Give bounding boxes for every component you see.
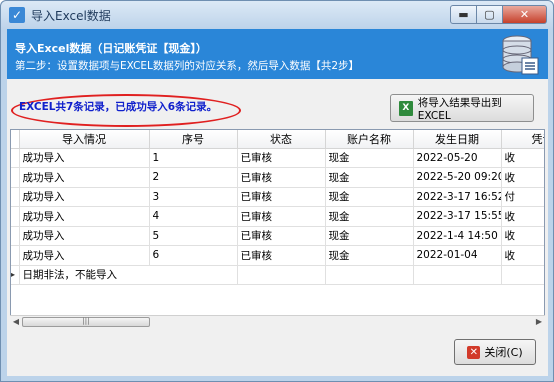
cell-account[interactable] — [325, 265, 414, 285]
table-row[interactable]: 成功导入 1 已审核 现金 2022-05-20 收 — [11, 148, 544, 168]
close-button-label: 关闭(C) — [484, 346, 523, 359]
cell-date[interactable]: 2022-01-04 — [413, 245, 502, 266]
cell-number[interactable]: 5 — [149, 226, 238, 246]
row-header[interactable] — [11, 206, 20, 227]
scroll-thumb[interactable]: ||| — [22, 317, 150, 327]
result-table: 导入情况 序号 状态 账户名称 发生日期 凭证 成功导入1已审核现金2022-0… — [11, 130, 544, 285]
export-result-button[interactable]: X 将导入结果导出到EXCEL — [390, 94, 534, 122]
cell-number[interactable]: 4 — [149, 206, 238, 227]
export-result-label: 将导入结果导出到EXCEL — [417, 96, 502, 122]
cell-state[interactable]: 已审核 — [237, 167, 326, 188]
column-header-account[interactable]: 账户名称 — [325, 130, 414, 149]
table-row[interactable]: 成功导入 6 已审核 现金 2022-01-04 收 — [11, 245, 544, 266]
close-window-button[interactable]: ✕ — [503, 5, 547, 24]
cell-state[interactable]: 已审核 — [237, 206, 326, 227]
close-icon: ✕ — [467, 345, 481, 359]
cell-number[interactable]: 2 — [149, 167, 238, 188]
table-row[interactable]: 成功导入 2 已审核 现金 2022-5-20 09:20 收 — [11, 167, 544, 188]
cell-date[interactable]: 2022-3-17 15:55 — [413, 206, 502, 227]
import-result-grid[interactable]: 导入情况 序号 状态 账户名称 发生日期 凭证 成功导入1已审核现金2022-0… — [10, 129, 545, 326]
cell-number[interactable] — [149, 265, 238, 285]
content-area: EXCEL共7条记录，已成功导入6条记录。 X 将导入结果导出到EXCEL 导入… — [7, 79, 548, 376]
column-header-date[interactable]: 发生日期 — [413, 130, 502, 149]
cell-voucher[interactable]: 收 — [501, 245, 544, 266]
row-header[interactable] — [11, 187, 20, 207]
table-row[interactable]: 成功导入 3 已审核 现金 2022-3-17 16:52 付 — [11, 187, 544, 207]
close-button[interactable]: ✕ 关闭(C) — [454, 339, 536, 365]
cell-status[interactable]: 成功导入 — [19, 226, 150, 246]
cell-date[interactable]: 2022-5-20 09:20 — [413, 167, 502, 188]
step-header: 导入Excel数据（日记账凭证【现金】） 第二步：设置数据项与EXCEL数据列的… — [7, 29, 548, 79]
database-icon — [502, 35, 539, 75]
cell-account[interactable]: 现金 — [325, 245, 414, 266]
maximize-button[interactable]: ▢ — [477, 5, 503, 24]
cell-status[interactable]: 日期非法，不能导入 — [19, 265, 149, 285]
import-excel-window: ✓ 导入Excel数据 ▬ ▢ ✕ 导入Excel数据（日记账凭证【现金】） 第… — [0, 0, 554, 382]
window-controls: ▬ ▢ ✕ — [450, 5, 547, 25]
cell-status[interactable]: 成功导入 — [19, 187, 150, 207]
cell-account[interactable]: 现金 — [325, 206, 414, 227]
cell-state[interactable]: 已审核 — [237, 187, 326, 207]
cell-status[interactable]: 成功导入 — [19, 167, 150, 188]
import-result-message: EXCEL共7条记录，已成功导入6条记录。 — [19, 101, 218, 113]
cell-state[interactable]: 已审核 — [237, 226, 326, 246]
cell-voucher[interactable]: 收 — [501, 206, 544, 227]
row-header[interactable] — [11, 226, 20, 246]
table-row[interactable]: 成功导入 5 已审核 现金 2022-1-4 14:50 收 — [11, 226, 544, 246]
cell-voucher[interactable]: 付 — [501, 187, 544, 207]
title-bar[interactable]: ✓ 导入Excel数据 ▬ ▢ ✕ — [1, 1, 553, 29]
header-title: 导入Excel数据（日记账凭证【现金】） — [15, 42, 207, 55]
cell-number[interactable]: 6 — [149, 245, 238, 266]
header-subtitle: 第二步：设置数据项与EXCEL数据列的对应关系，然后导入数据【共2步】 — [15, 60, 360, 72]
cell-state[interactable] — [237, 265, 326, 285]
row-header[interactable]: ▸ — [11, 265, 20, 285]
cell-status[interactable]: 成功导入 — [19, 206, 150, 227]
row-header[interactable] — [11, 245, 20, 266]
app-icon: ✓ — [9, 7, 25, 23]
cell-date[interactable] — [413, 265, 502, 285]
row-header[interactable] — [11, 167, 20, 188]
horizontal-scrollbar[interactable]: ◀ ||| ▶ — [10, 315, 545, 327]
table-row[interactable]: 成功导入 4 已审核 现金 2022-3-17 15:55 收 — [11, 206, 544, 227]
cell-account[interactable]: 现金 — [325, 167, 414, 188]
cell-date[interactable]: 2022-1-4 14:50 — [413, 226, 502, 246]
cell-number[interactable]: 3 — [149, 187, 238, 207]
cell-voucher[interactable]: 收 — [501, 148, 544, 168]
cell-date[interactable]: 2022-3-17 16:52 — [413, 187, 502, 207]
cell-account[interactable]: 现金 — [325, 187, 414, 207]
cell-status[interactable]: 成功导入 — [19, 245, 150, 266]
cell-account[interactable]: 现金 — [325, 226, 414, 246]
row-header[interactable] — [11, 148, 20, 168]
cell-voucher[interactable] — [501, 265, 544, 285]
column-header-voucher[interactable]: 凭证 — [501, 130, 544, 149]
minimize-button[interactable]: ▬ — [450, 5, 477, 24]
cell-number[interactable]: 1 — [149, 148, 238, 168]
window-title: 导入Excel数据 — [31, 9, 111, 23]
cell-state[interactable]: 已审核 — [237, 245, 326, 266]
cell-state[interactable]: 已审核 — [237, 148, 326, 168]
header-row: 导入情况 序号 状态 账户名称 发生日期 凭证 — [11, 130, 544, 149]
cell-account[interactable]: 现金 — [325, 148, 414, 168]
excel-icon: X — [399, 100, 413, 116]
column-header-number[interactable]: 序号 — [149, 130, 238, 149]
column-header-state[interactable]: 状态 — [237, 130, 326, 149]
table-row[interactable]: ▸ 日期非法，不能导入 — [11, 265, 544, 285]
cell-voucher[interactable]: 收 — [501, 226, 544, 246]
scroll-right-arrow-icon[interactable]: ▶ — [533, 316, 545, 328]
cell-status[interactable]: 成功导入 — [19, 148, 150, 168]
row-header-corner — [11, 130, 20, 149]
cell-voucher[interactable]: 收 — [501, 167, 544, 188]
cell-date[interactable]: 2022-05-20 — [413, 148, 502, 168]
column-header-status[interactable]: 导入情况 — [19, 130, 150, 149]
scroll-left-arrow-icon[interactable]: ◀ — [10, 316, 22, 328]
